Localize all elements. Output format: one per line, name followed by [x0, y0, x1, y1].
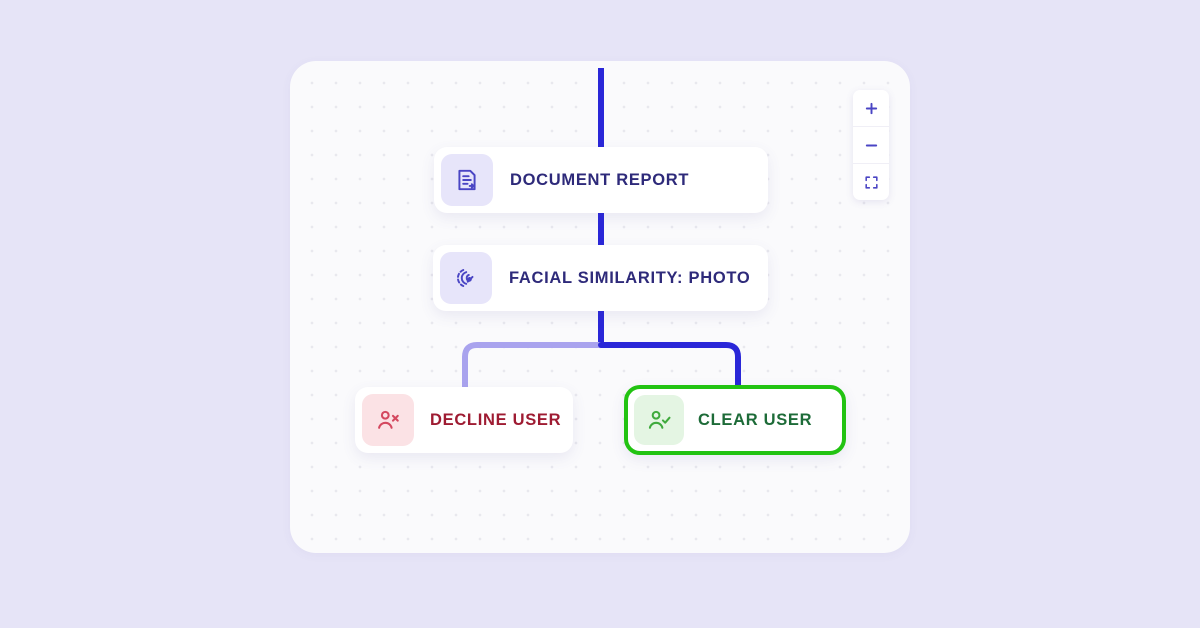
- flow-node-decline-user[interactable]: DECLINE USER: [355, 387, 573, 453]
- flow-node-document-report[interactable]: DOCUMENT REPORT: [434, 147, 768, 213]
- flow-node-label: CLEAR USER: [698, 410, 813, 429]
- flow-node-label: DOCUMENT REPORT: [510, 170, 690, 189]
- document-report-icon: [441, 154, 493, 206]
- face-scan-icon: [440, 252, 492, 304]
- user-approve-icon: [634, 395, 684, 445]
- zoom-out-button[interactable]: [853, 126, 889, 163]
- flow-node-label: FACIAL SIMILARITY: PHOTO: [509, 268, 751, 287]
- flow-node-clear-user[interactable]: CLEAR USER: [624, 385, 846, 455]
- fit-to-screen-button[interactable]: [853, 163, 889, 200]
- flow-node-facial-similarity[interactable]: FACIAL SIMILARITY: PHOTO: [433, 245, 768, 311]
- flow-node-label: DECLINE USER: [430, 410, 562, 429]
- user-decline-icon: [362, 394, 414, 446]
- zoom-in-button[interactable]: [853, 90, 889, 126]
- zoom-controls-panel: [853, 90, 889, 200]
